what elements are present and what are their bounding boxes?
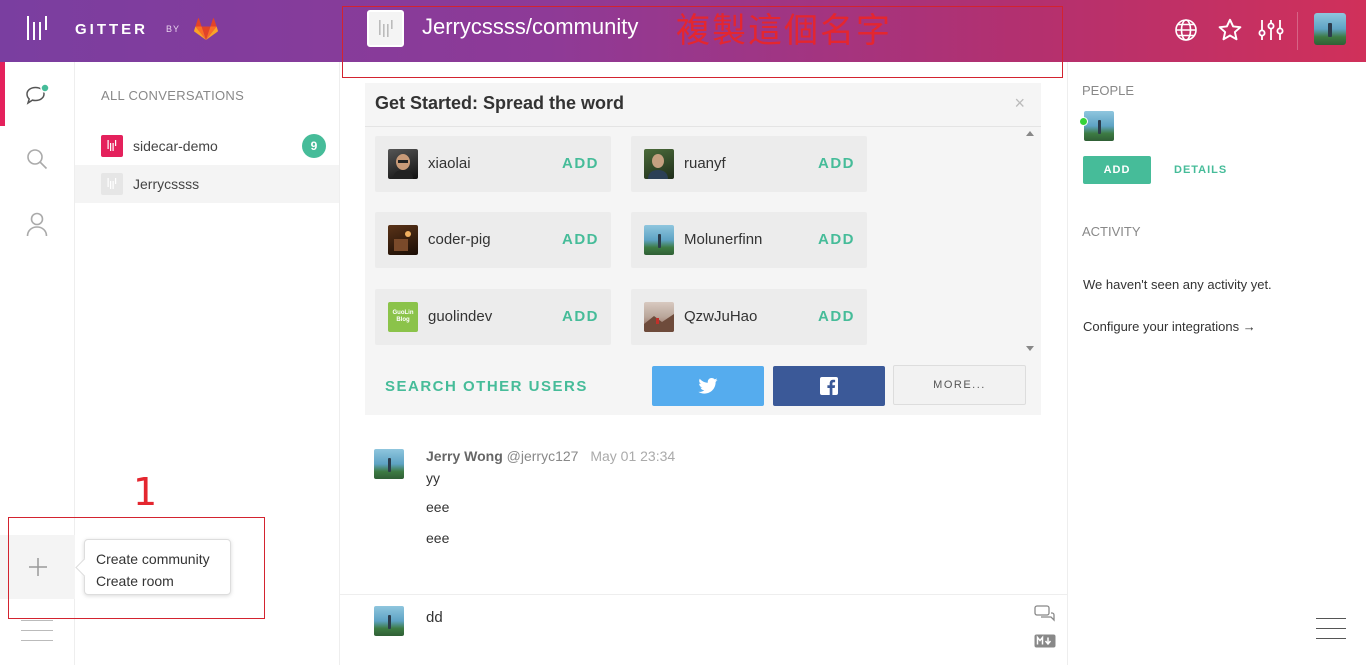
right-panel: PEOPLE ADD DETAILS ACTIVITY We haven't s…: [1067, 62, 1366, 665]
message-author[interactable]: Jerry Wong @jerryc127 May 01 23:34: [426, 448, 675, 464]
brand-name: GITTER: [75, 20, 148, 38]
suggested-user-tile: QzwJuHao ADD: [631, 289, 867, 345]
composer-avatar: [374, 606, 404, 636]
suggested-user-tile: xiaolai ADD: [375, 136, 611, 192]
suggested-user-tile: Molunerfinn ADD: [631, 212, 867, 268]
message-text: eee: [426, 530, 450, 546]
room-icon: [101, 173, 123, 195]
message-text: eee: [426, 499, 450, 515]
add-user-button[interactable]: ADD: [562, 231, 599, 248]
add-people-button[interactable]: ADD: [1083, 156, 1151, 184]
avatar: [644, 149, 674, 179]
user-name: guolindev: [428, 308, 493, 325]
suggested-user-tile: ruanyf ADD: [631, 136, 867, 192]
suggested-user-tile: coder-pig ADD: [375, 212, 611, 268]
avatar-text: GuoLin Blog: [392, 310, 414, 323]
conversation-item-jerrycssss[interactable]: Jerrycssss: [75, 165, 339, 203]
chat-bubbles-icon[interactable]: [1034, 605, 1056, 623]
suggested-user-tile: GuoLin Blog guolindev ADD: [375, 289, 611, 345]
online-status-dot: [1079, 117, 1088, 126]
chat-main: Get Started: Spread the word × xiaolai A…: [340, 62, 1067, 665]
avatar: GuoLin Blog: [388, 302, 418, 332]
add-user-button[interactable]: ADD: [562, 308, 599, 325]
message-time: May 01 23:34: [590, 448, 676, 464]
close-icon[interactable]: ×: [1014, 93, 1025, 114]
conversation-item-sidecar-demo[interactable]: sidecar-demo 9: [75, 127, 339, 165]
globe-icon[interactable]: [1171, 15, 1201, 45]
rail-menu-icon[interactable]: [21, 620, 53, 648]
avatar: [388, 225, 418, 255]
message-input[interactable]: dd: [426, 609, 443, 626]
unread-badge: 9: [302, 134, 326, 158]
details-link[interactable]: DETAILS: [1174, 164, 1227, 176]
activity-heading: ACTIVITY: [1082, 224, 1141, 239]
conversations-heading: ALL CONVERSATIONS: [101, 88, 245, 103]
gitter-logo-icon: [27, 16, 47, 42]
create-room-item[interactable]: Create room: [96, 570, 219, 592]
user-avatar[interactable]: [1314, 13, 1346, 45]
conversations-icon[interactable]: [22, 80, 52, 110]
avatar: [644, 225, 674, 255]
user-name: Molunerfinn: [684, 231, 763, 248]
panel-menu-icon[interactable]: [1316, 618, 1346, 646]
card-scrollbar[interactable]: [1025, 131, 1035, 351]
annotation-number: 1: [133, 470, 158, 514]
search-icon[interactable]: [22, 144, 52, 174]
message-composer[interactable]: dd: [340, 594, 1067, 665]
user-name: xiaolai: [428, 155, 471, 172]
card-divider: [365, 126, 1041, 127]
card-title: Get Started: Spread the word: [375, 93, 625, 113]
twitter-share-button[interactable]: [652, 366, 764, 406]
add-user-button[interactable]: ADD: [818, 155, 855, 172]
facebook-icon: [820, 377, 838, 395]
member-avatar[interactable]: [1084, 111, 1114, 141]
message-text: yy: [426, 470, 440, 486]
more-share-button[interactable]: MORE...: [893, 365, 1026, 405]
twitter-icon: [698, 378, 718, 394]
author-name: Jerry Wong: [426, 448, 503, 464]
conversation-label: Jerrycssss: [133, 176, 200, 192]
add-user-button[interactable]: ADD: [818, 231, 855, 248]
brand-by: BY: [166, 24, 181, 34]
avatar: [644, 302, 674, 332]
person-icon[interactable]: [22, 209, 52, 239]
avatar: [388, 149, 418, 179]
message-avatar[interactable]: [374, 449, 404, 479]
room-icon: [101, 135, 123, 157]
conversation-label: sidecar-demo: [133, 138, 218, 154]
add-user-button[interactable]: ADD: [562, 155, 599, 172]
configure-integrations-link[interactable]: Configure your integrations →: [1083, 319, 1256, 334]
user-name: ruanyf: [684, 155, 726, 172]
no-activity-text: We haven't seen any activity yet.: [1083, 277, 1272, 292]
author-handle: @jerryc127: [506, 448, 579, 464]
spread-word-card: Get Started: Spread the word × xiaolai A…: [365, 83, 1041, 415]
markdown-icon[interactable]: [1034, 634, 1056, 648]
create-community-item[interactable]: Create community: [96, 548, 219, 570]
composer-tools: [1034, 605, 1056, 653]
brand[interactable]: GITTER BY: [27, 16, 218, 42]
user-name: coder-pig: [428, 231, 491, 248]
settings-sliders-icon[interactable]: [1256, 15, 1286, 45]
people-heading: PEOPLE: [1082, 83, 1135, 98]
search-other-users-link[interactable]: SEARCH OTHER USERS: [385, 378, 588, 395]
rail-active-indicator: [0, 62, 5, 126]
star-icon[interactable]: [1215, 15, 1245, 45]
create-menu-popover: Create community Create room: [84, 539, 231, 595]
add-user-button[interactable]: ADD: [818, 308, 855, 325]
user-name: QzwJuHao: [684, 308, 758, 325]
facebook-share-button[interactable]: [773, 366, 885, 406]
header-divider: [1297, 12, 1298, 50]
gitlab-logo-icon: [194, 18, 218, 40]
